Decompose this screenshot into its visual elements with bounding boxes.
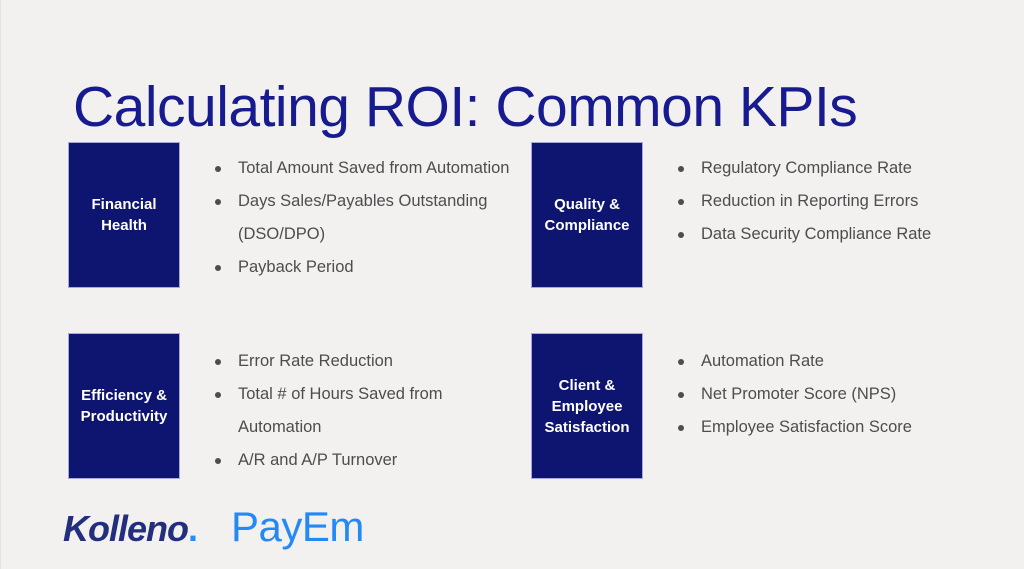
category-label: Financial Health	[91, 196, 157, 234]
kpi-row-top: Financial Health Total Amount Saved from…	[1, 142, 1024, 334]
list-item: Payback Period	[213, 251, 518, 284]
list-item: Days Sales/Payables Outstanding (DSO/DPO…	[213, 185, 518, 251]
list-item: Reduction in Reporting Errors	[676, 185, 981, 218]
payem-logo: PayEm	[231, 503, 364, 550]
kpi-group-quality-compliance: Quality & Compliance Regulatory Complian…	[531, 142, 981, 288]
list-item: Net Promoter Score (NPS)	[676, 378, 981, 411]
kolleno-logo: Kolleno.	[63, 507, 198, 551]
kpi-group-client-employee-satisfaction: Client & Employee Satisfaction Automatio…	[531, 333, 981, 479]
category-label: Client & Employee Satisfaction	[544, 376, 630, 436]
kpi-list-quality-compliance: Regulatory Compliance Rate Reduction in …	[643, 142, 981, 251]
list-item: Total # of Hours Saved from Automation	[213, 378, 518, 444]
page-title: Calculating ROI: Common KPIs	[73, 75, 858, 140]
footer-logos: Kolleno. PayEm	[63, 505, 364, 551]
slide-canvas: Calculating ROI: Common KPIs Financial H…	[1, 0, 1024, 569]
list-item: Automation Rate	[676, 345, 981, 378]
kpi-group-efficiency-productivity: Efficiency & Productivity Error Rate Red…	[68, 333, 518, 479]
kpi-list-client-employee-satisfaction: Automation Rate Net Promoter Score (NPS)…	[643, 333, 981, 444]
list-item: Error Rate Reduction	[213, 345, 518, 378]
kpi-group-financial-health: Financial Health Total Amount Saved from…	[68, 142, 518, 288]
category-box-efficiency-productivity: Efficiency & Productivity	[68, 333, 180, 479]
category-label: Quality & Compliance	[544, 196, 630, 234]
list-item: Employee Satisfaction Score	[676, 411, 981, 444]
kolleno-dot-icon: .	[188, 508, 198, 549]
category-box-client-employee-satisfaction: Client & Employee Satisfaction	[531, 333, 643, 479]
category-box-financial-health: Financial Health	[68, 142, 180, 288]
list-item: Data Security Compliance Rate	[676, 218, 981, 251]
kpi-row-bottom: Efficiency & Productivity Error Rate Red…	[1, 333, 1024, 525]
kpi-list-financial-health: Total Amount Saved from Automation Days …	[180, 142, 518, 284]
list-item: Total Amount Saved from Automation	[213, 152, 518, 185]
kolleno-wordmark: Kolleno	[63, 508, 189, 549]
list-item: Regulatory Compliance Rate	[676, 152, 981, 185]
list-item: A/R and A/P Turnover	[213, 444, 518, 477]
category-box-quality-compliance: Quality & Compliance	[531, 142, 643, 288]
kpi-list-efficiency-productivity: Error Rate Reduction Total # of Hours Sa…	[180, 333, 518, 477]
category-label: Efficiency & Productivity	[80, 387, 168, 425]
